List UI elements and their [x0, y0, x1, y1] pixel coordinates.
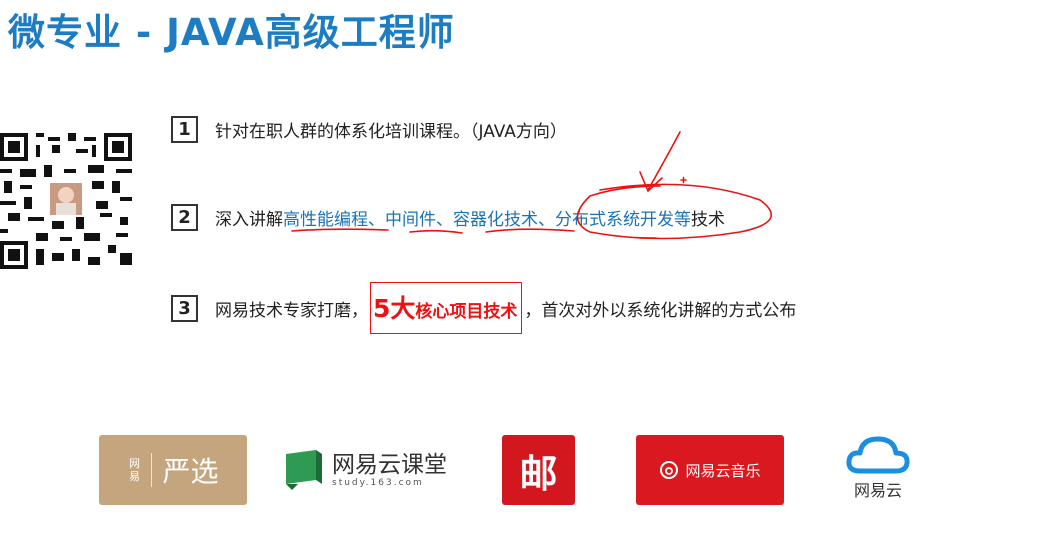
feature-prefix: 深入讲解 — [215, 210, 283, 230]
music-icon — [660, 461, 679, 479]
topic-high-performance: 高性能编程 — [283, 210, 368, 230]
mail-logo: 邮 — [502, 435, 575, 505]
yanxuan-logo: 网易 严选 — [99, 435, 247, 505]
yanxuan-big-text: 严选 — [162, 455, 219, 488]
number-badge: 3 — [171, 294, 198, 322]
cloud-icon — [846, 436, 910, 474]
study-logo: 网易云课堂 study.163.com — [284, 435, 464, 505]
study-brand: 网易云课堂 — [332, 452, 447, 478]
feature-suffix: ，首次对外以系统化讲解的方式公布 — [524, 300, 797, 321]
underline-middleware — [409, 229, 463, 234]
feature-text: 针对在职人群的体系化培训课程。（JAVA方向） — [215, 122, 567, 142]
feature-item-3: 3 网易技术专家打磨， 5大 核心项目技术 ，首次对外以系统化讲解的方式公布 — [171, 282, 796, 334]
feature-item-2: 2 深入讲解 高性能编程、中间件、容器化技术、分布式系统开发等 技术 — [171, 204, 725, 231]
number-badge: 2 — [171, 204, 198, 231]
study-url: study.163.com — [332, 478, 424, 488]
separator: 、 — [436, 210, 453, 230]
topic-middleware: 中间件 — [385, 210, 436, 230]
qr-code-icon — [0, 133, 132, 269]
feature-item-1: 1 针对在职人群的体系化培训课程。（JAVA方向） — [171, 116, 567, 143]
music-brand: 网易云音乐 — [685, 461, 761, 480]
highlight-number: 5大 — [373, 294, 416, 323]
number-badge: 1 — [171, 116, 198, 143]
separator: 、 — [538, 210, 555, 230]
arrow-head — [639, 171, 663, 193]
music-logo: 网易云音乐 — [636, 435, 784, 505]
cloud-logo: 网易云 — [838, 435, 918, 505]
book-icon — [286, 450, 322, 490]
highlight-text: 核心项目技术 — [415, 302, 518, 322]
arrow-line — [647, 131, 681, 191]
feature-suffix: 技术 — [691, 210, 725, 230]
plus-mark — [680, 176, 687, 184]
page-title: 微专业 - JAVA高级工程师 — [8, 11, 455, 54]
divider — [151, 453, 153, 487]
highlight-box: 5大 核心项目技术 — [370, 282, 523, 334]
topic-distributed: 分布式系统开发等 — [555, 210, 691, 230]
yanxuan-small-text: 网易 — [128, 457, 140, 483]
topic-container: 容器化技术 — [453, 210, 538, 230]
separator: 、 — [368, 210, 385, 230]
mail-char: 邮 — [519, 451, 558, 496]
feature-prefix: 网易技术专家打磨， — [215, 300, 368, 321]
cloud-brand: 网易云 — [853, 481, 902, 500]
